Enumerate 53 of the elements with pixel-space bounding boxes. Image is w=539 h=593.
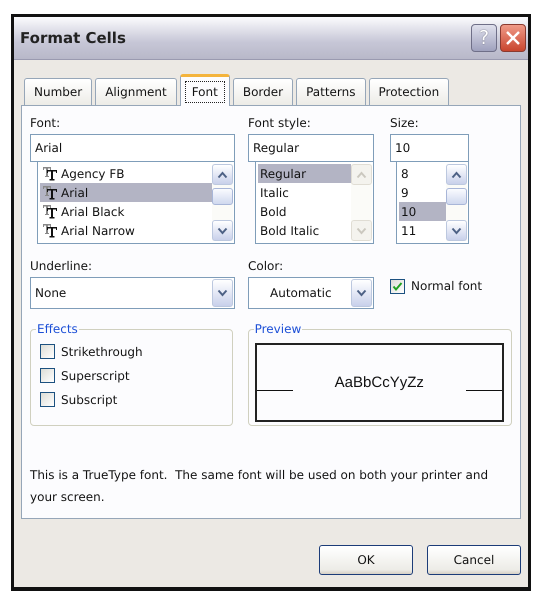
checkbox[interactable]: [40, 344, 55, 359]
checkbox-label: Normal font: [411, 279, 482, 293]
close-icon: [505, 30, 521, 46]
truetype-icon: [42, 204, 58, 219]
close-button[interactable]: [500, 24, 526, 52]
list-item[interactable]: Arial Narrow: [40, 221, 212, 240]
list-item[interactable]: 11: [399, 221, 446, 240]
list-item[interactable]: 8: [399, 164, 446, 183]
tab[interactable]: Alignment: [95, 78, 177, 105]
scrollbar-thumb[interactable]: [212, 188, 233, 205]
field-label: Color:: [248, 258, 284, 275]
scrollbar[interactable]: [446, 164, 467, 241]
dialog-button[interactable]: Cancel: [427, 545, 521, 575]
list-item[interactable]: Italic: [258, 183, 351, 202]
field-label: Size:: [390, 115, 420, 132]
list-item[interactable]: Arial Black: [40, 202, 212, 221]
checkbox[interactable]: [40, 392, 55, 407]
tab[interactable]: Font: [180, 74, 230, 106]
list-item[interactable]: Agency FB: [40, 164, 212, 183]
caret-icon: [356, 289, 367, 297]
checkbox-label: Subscript: [61, 392, 118, 406]
list-item[interactable]: Arial: [40, 183, 212, 202]
color-dropdown[interactable]: Automatic: [248, 277, 374, 309]
dialog-button[interactable]: OK: [319, 545, 413, 575]
info-text: This is a TrueType font. The same font will be used on both your printer and your screen.: [30, 467, 490, 506]
tab[interactable]: Protection: [368, 78, 450, 105]
tab[interactable]: Patterns: [296, 78, 366, 105]
text-field[interactable]: Arial: [30, 134, 235, 162]
list-item[interactable]: 9: [399, 183, 446, 202]
checkbox[interactable]: [390, 278, 405, 294]
truetype-icon: [42, 185, 58, 200]
scrollbar-thumb[interactable]: [446, 188, 467, 205]
caret-icon: [217, 289, 228, 297]
field-label: Underline:: [30, 258, 94, 275]
tab[interactable]: Border: [232, 78, 294, 105]
list-item[interactable]: 10: [399, 202, 446, 221]
checkbox[interactable]: [40, 368, 55, 383]
scrollbar[interactable]: [212, 164, 233, 241]
text-field[interactable]: Regular: [248, 134, 374, 162]
text-field[interactable]: 10: [390, 134, 469, 162]
checkbox-label: Superscript: [61, 368, 130, 382]
field-label: Font style:: [248, 115, 312, 132]
list-item[interactable]: Bold Italic: [258, 221, 351, 240]
underline-dropdown[interactable]: None: [30, 277, 235, 309]
truetype-icon: [42, 166, 58, 181]
window-title: Format Cells: [20, 29, 127, 47]
tab[interactable]: Number: [24, 78, 92, 105]
truetype-icon: [42, 223, 58, 238]
field-label: Font:: [30, 115, 62, 132]
list-item[interactable]: Regular: [258, 164, 351, 183]
checkbox-label: Strikethrough: [61, 344, 143, 358]
preview-sample: AaBbCcYyZz: [334, 374, 424, 391]
list-item[interactable]: Bold: [258, 202, 351, 221]
